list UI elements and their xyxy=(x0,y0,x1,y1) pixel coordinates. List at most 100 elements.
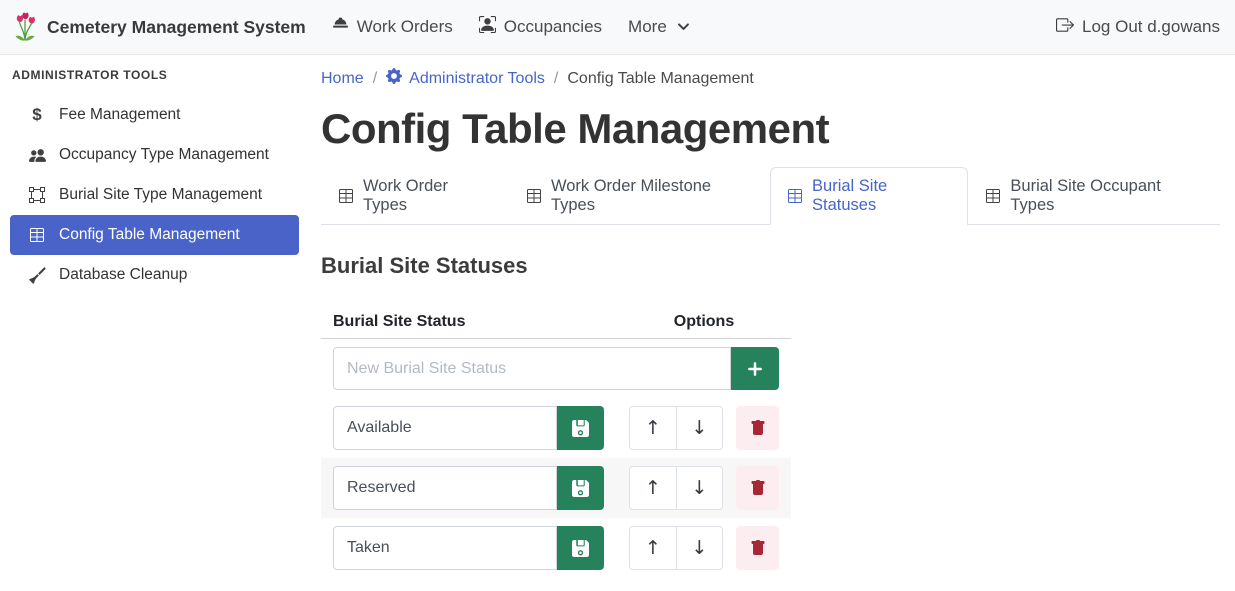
tab-label: Work Order Types xyxy=(363,177,492,215)
sidebar-item-burial-site-type[interactable]: Burial Site Type Management xyxy=(10,175,299,215)
arrow-down-icon: ↓ xyxy=(692,477,708,499)
nav-occupancies[interactable]: Occupancies xyxy=(479,16,602,38)
new-status-row xyxy=(321,339,791,398)
sidebar-item-label: Config Table Management xyxy=(59,226,240,244)
status-row: ↑ ↓ xyxy=(321,458,791,518)
tab-label: Burial Site Statuses xyxy=(812,177,951,215)
table-header: Burial Site Status Options xyxy=(321,306,791,339)
save-status-button[interactable] xyxy=(557,526,604,570)
column-header-options: Options xyxy=(629,313,779,331)
breadcrumb-admin-tools[interactable]: Administrator Tools xyxy=(386,68,545,89)
sidebar-item-database-cleanup[interactable]: Database Cleanup xyxy=(10,255,299,295)
status-row: ↑ ↓ xyxy=(321,398,791,458)
sidebar-item-label: Fee Management xyxy=(59,106,181,124)
nav-work-orders[interactable]: Work Orders xyxy=(332,16,453,38)
sidebar-item-occupancy-type[interactable]: Occupancy Type Management xyxy=(10,135,299,175)
plus-icon xyxy=(745,359,765,379)
tab-label: Work Order Milestone Types xyxy=(551,177,753,215)
table-icon xyxy=(28,227,46,243)
people-icon xyxy=(28,147,46,164)
breadcrumb-admin-tools-label: Administrator Tools xyxy=(409,70,545,88)
main-content: Home / Administrator Tools / Config Tabl… xyxy=(310,55,1235,591)
section-heading: Burial Site Statuses xyxy=(321,253,1220,279)
top-navbar: Cemetery Management System Work Orders O… xyxy=(0,0,1235,55)
trash-icon xyxy=(750,480,766,496)
tab-label: Burial Site Occupant Types xyxy=(1010,177,1203,215)
delete-status-button[interactable] xyxy=(736,526,779,570)
new-status-input[interactable] xyxy=(333,347,731,390)
arrow-down-icon: ↓ xyxy=(692,537,708,559)
status-value-input[interactable] xyxy=(333,466,557,510)
save-icon xyxy=(572,540,589,557)
tab-burial-site-occupant-types[interactable]: Burial Site Occupant Types xyxy=(968,167,1220,225)
nav-occupancies-label: Occupancies xyxy=(504,17,602,37)
status-rows: ↑ ↓ ↑ ↓ ↑ ↓ xyxy=(321,398,791,578)
breadcrumb-separator: / xyxy=(373,70,377,88)
table-icon xyxy=(526,188,542,204)
tab-work-order-types[interactable]: Work Order Types xyxy=(321,167,509,225)
save-status-button[interactable] xyxy=(557,466,604,510)
nav-links: Work Orders Occupancies More xyxy=(332,16,690,38)
move-up-button[interactable]: ↑ xyxy=(629,526,676,570)
move-down-button[interactable]: ↓ xyxy=(676,526,723,570)
status-value-input[interactable] xyxy=(333,406,557,450)
chevron-down-icon xyxy=(677,18,690,38)
reorder-group: ↑ ↓ xyxy=(629,466,723,510)
arrow-down-icon: ↓ xyxy=(692,417,708,439)
add-status-button[interactable] xyxy=(731,347,779,390)
arrow-up-icon: ↑ xyxy=(645,417,661,439)
logout-button[interactable]: Log Out d.gowans xyxy=(1056,16,1220,39)
table-icon xyxy=(338,188,354,204)
hard-hat-icon xyxy=(332,16,349,38)
trash-icon xyxy=(750,540,766,556)
nav-work-orders-label: Work Orders xyxy=(357,17,453,37)
reorder-group: ↑ ↓ xyxy=(629,406,723,450)
nav-more-dropdown[interactable]: More xyxy=(628,16,690,38)
table-icon xyxy=(787,188,803,204)
sidebar-item-config-table[interactable]: Config Table Management xyxy=(10,215,299,255)
breadcrumb-separator: / xyxy=(554,70,558,88)
dollar-icon: $ xyxy=(28,105,46,125)
save-status-button[interactable] xyxy=(557,406,604,450)
sidebar-heading: Administrator Tools xyxy=(12,68,310,82)
breadcrumb: Home / Administrator Tools / Config Tabl… xyxy=(321,68,1220,89)
status-table: Burial Site Status Options ↑ ↓ xyxy=(321,306,791,578)
tab-work-order-milestone-types[interactable]: Work Order Milestone Types xyxy=(509,167,770,225)
app-brand[interactable]: Cemetery Management System xyxy=(12,12,306,42)
app-title: Cemetery Management System xyxy=(47,17,306,38)
delete-status-button[interactable] xyxy=(736,406,779,450)
save-icon xyxy=(572,420,589,437)
logout-icon xyxy=(1056,16,1074,39)
reorder-group: ↑ ↓ xyxy=(629,526,723,570)
arrow-up-icon: ↑ xyxy=(645,537,661,559)
move-up-button[interactable]: ↑ xyxy=(629,466,676,510)
move-down-button[interactable]: ↓ xyxy=(676,466,723,510)
move-up-button[interactable]: ↑ xyxy=(629,406,676,450)
arrow-up-icon: ↑ xyxy=(645,477,661,499)
save-icon xyxy=(572,480,589,497)
sidebar-item-label: Database Cleanup xyxy=(59,266,187,284)
logout-label: Log Out d.gowans xyxy=(1082,17,1220,37)
gear-icon xyxy=(386,68,402,89)
bounding-box-icon xyxy=(28,187,46,203)
person-bounding-box-icon xyxy=(479,16,496,38)
tab-burial-site-statuses[interactable]: Burial Site Statuses xyxy=(770,167,968,225)
delete-status-button[interactable] xyxy=(736,466,779,510)
sidebar-item-fee-management[interactable]: $ Fee Management xyxy=(10,95,299,135)
trash-icon xyxy=(750,420,766,436)
status-row: ↑ ↓ xyxy=(321,518,791,578)
tulip-logo-icon xyxy=(12,12,38,42)
sidebar-item-label: Occupancy Type Management xyxy=(59,146,269,164)
column-header-status: Burial Site Status xyxy=(333,313,629,331)
move-down-button[interactable]: ↓ xyxy=(676,406,723,450)
config-tabs: Work Order Types Work Order Milestone Ty… xyxy=(321,167,1220,225)
breadcrumb-current: Config Table Management xyxy=(567,70,754,88)
breadcrumb-home[interactable]: Home xyxy=(321,70,364,88)
status-value-input[interactable] xyxy=(333,526,557,570)
table-icon xyxy=(985,188,1001,204)
admin-sidebar: Administrator Tools $ Fee Management Occ… xyxy=(0,55,310,591)
page-title: Config Table Management xyxy=(321,105,1220,153)
broom-icon xyxy=(28,267,46,284)
sidebar-item-label: Burial Site Type Management xyxy=(59,186,262,204)
nav-more-label: More xyxy=(628,17,667,37)
